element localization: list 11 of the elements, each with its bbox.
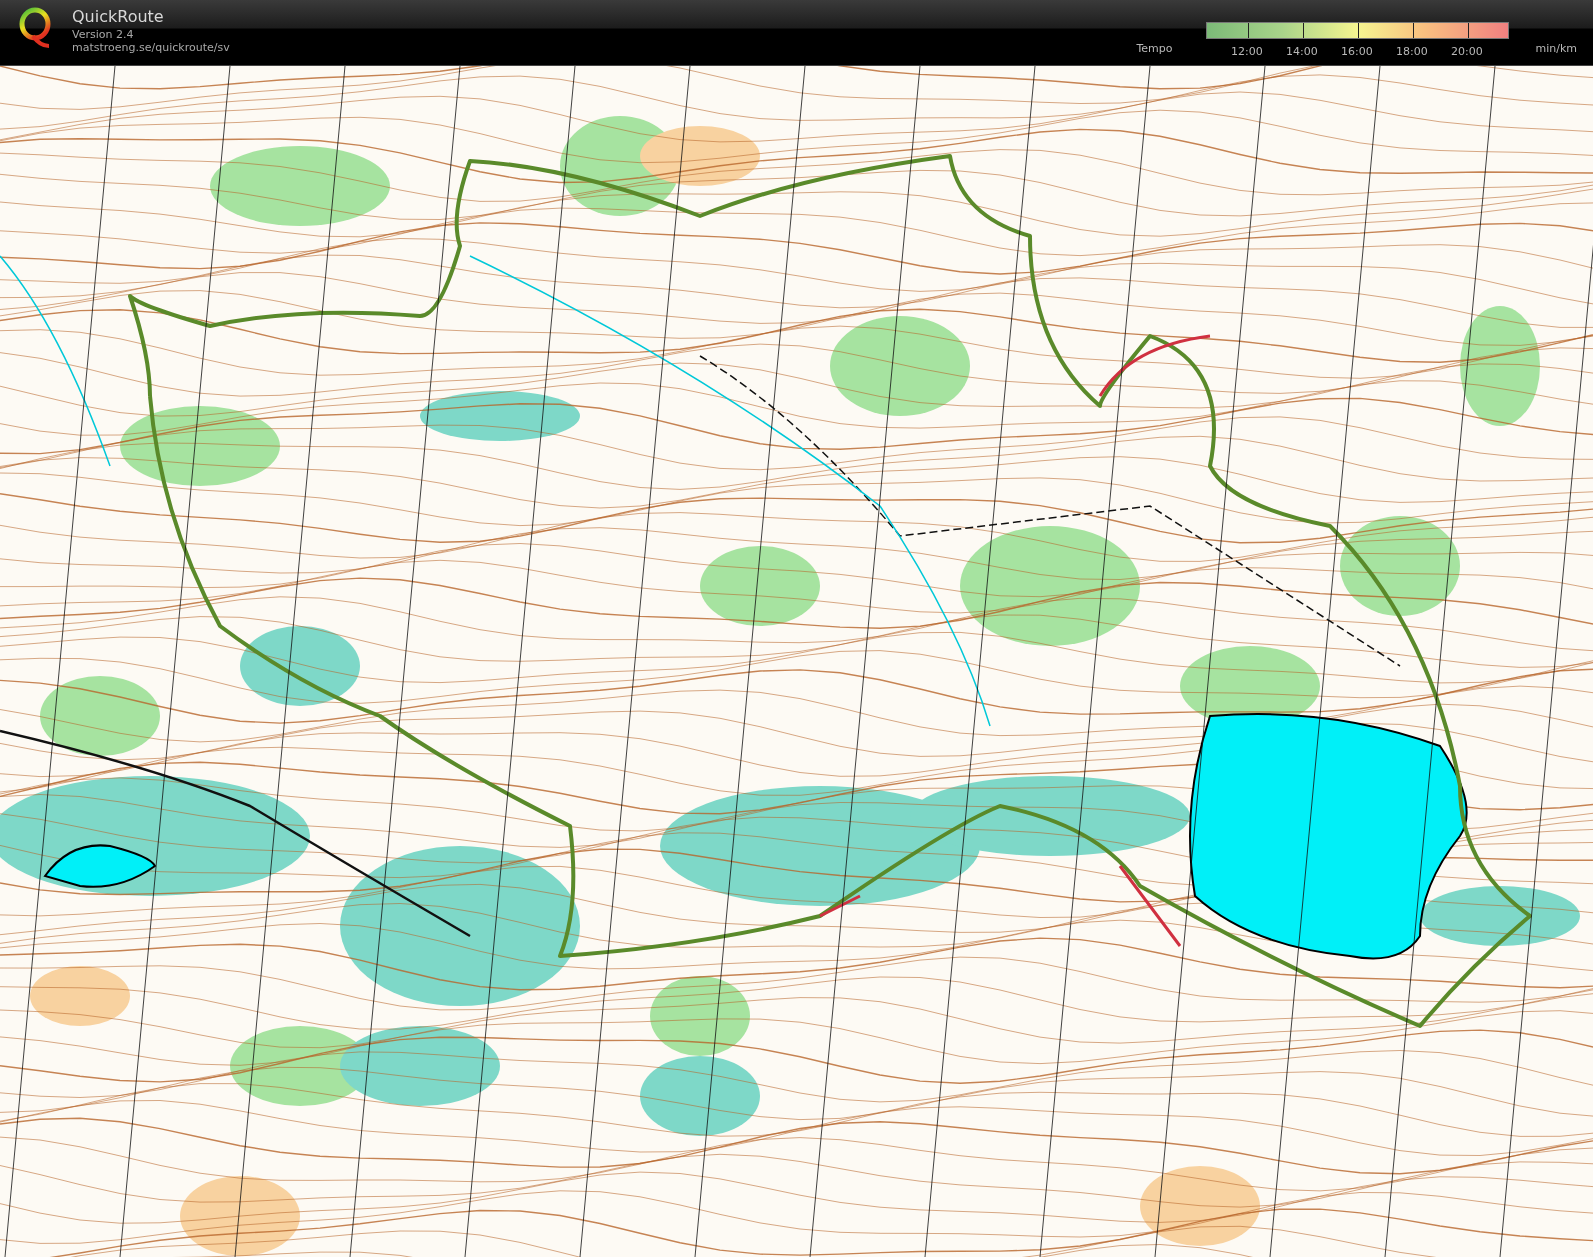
logo-icon: [18, 6, 52, 50]
website-url: matstroeng.se/quickroute/sv: [72, 41, 230, 54]
scale-tick-label: 12:00: [1230, 45, 1264, 58]
unit-label: min/km: [1535, 42, 1577, 55]
scale-tick-label: 18:00: [1395, 45, 1429, 58]
legend-title: Tempo: [1136, 42, 1174, 55]
scale-tick-label: 14:00: [1285, 45, 1319, 58]
scale-tick-label: 16:00: [1340, 45, 1374, 58]
scale-tick-label: 20:00: [1450, 45, 1484, 58]
app-title: QuickRoute: [72, 6, 165, 28]
version-text: Version 2.4: [72, 28, 135, 41]
